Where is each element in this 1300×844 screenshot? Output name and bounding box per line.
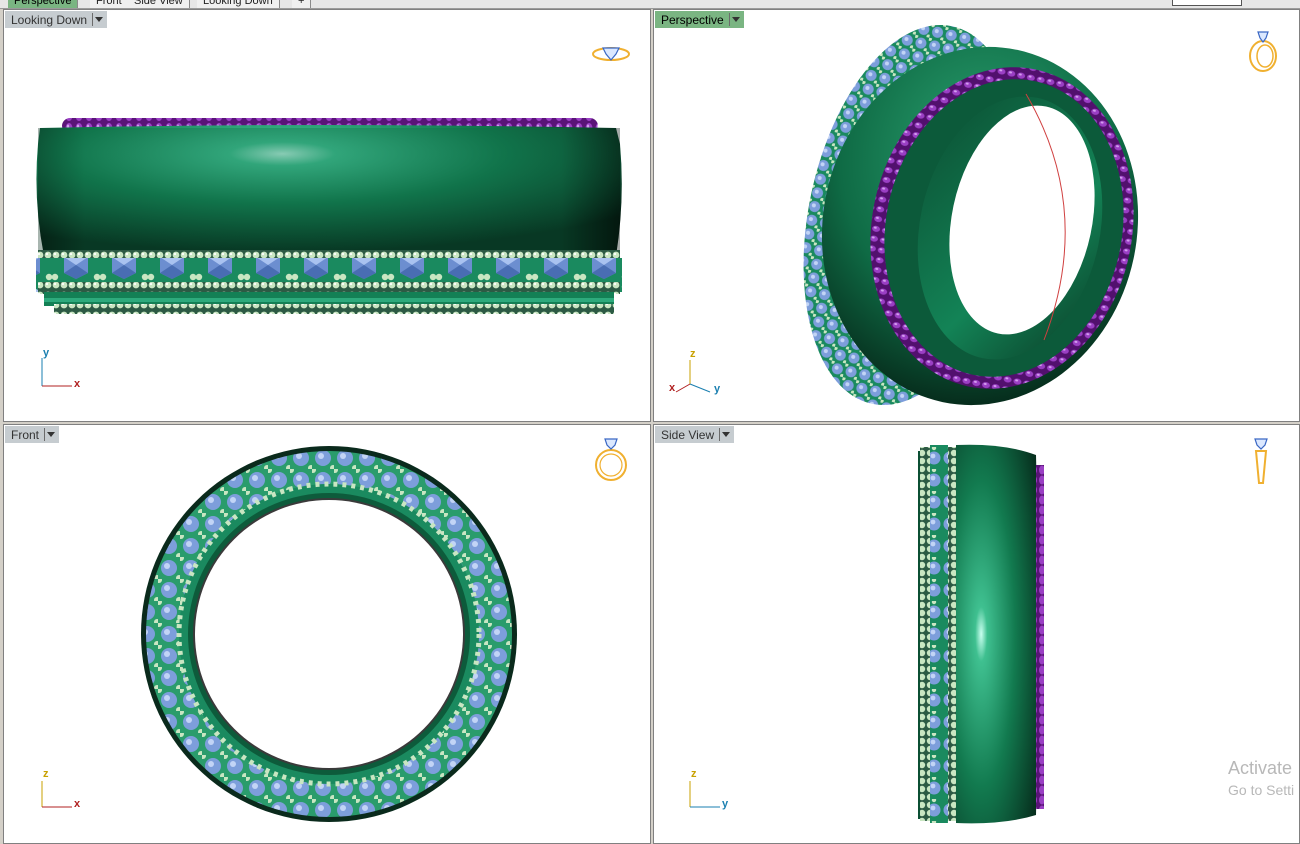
tab-looking-down[interactable]: Looking Down xyxy=(197,0,280,8)
ring-render-front-view xyxy=(141,446,517,822)
axis-label-y: y xyxy=(714,383,721,395)
axis-label-z: z xyxy=(43,768,49,780)
activation-watermark-subtitle: Go to Setti xyxy=(1228,782,1295,798)
axis-label-z: z xyxy=(690,348,696,360)
tab-add[interactable]: + xyxy=(292,0,312,8)
activation-watermark-title: Activate xyxy=(1228,758,1293,778)
axis-label-x: x xyxy=(74,798,81,810)
axis-label-y: y xyxy=(43,347,50,359)
axis-label-x: x xyxy=(74,378,81,390)
ring-render-top-view xyxy=(36,118,622,314)
ring-front-icon[interactable] xyxy=(589,433,633,485)
viewport-perspective[interactable]: Perspective z y x xyxy=(653,9,1300,422)
viewport-looking-down[interactable]: Looking Down y x xyxy=(3,9,651,422)
tab-side-view[interactable]: Side View xyxy=(128,0,190,8)
axis-label-y: y xyxy=(722,798,729,810)
ring-render-side-view xyxy=(918,444,1044,824)
view-tab-strip: Perspective Front Side View Looking Down… xyxy=(0,0,1300,9)
ring-render-perspective xyxy=(803,25,1139,406)
viewport-side-view[interactable]: Side View z y xyxy=(653,424,1300,844)
command-field[interactable] xyxy=(1172,0,1242,6)
ring-perspective-icon[interactable] xyxy=(1244,20,1280,72)
axis-label-z: z xyxy=(691,768,697,780)
viewport-front[interactable]: Front z x xyxy=(3,424,651,844)
tab-front[interactable]: Front xyxy=(90,0,129,8)
axis-indicator-perspective xyxy=(675,360,711,393)
ring-top-view-icon[interactable] xyxy=(589,38,633,68)
axis-label-x: x xyxy=(669,382,676,394)
tab-perspective[interactable]: Perspective xyxy=(8,0,79,8)
ring-side-icon[interactable] xyxy=(1246,433,1276,489)
